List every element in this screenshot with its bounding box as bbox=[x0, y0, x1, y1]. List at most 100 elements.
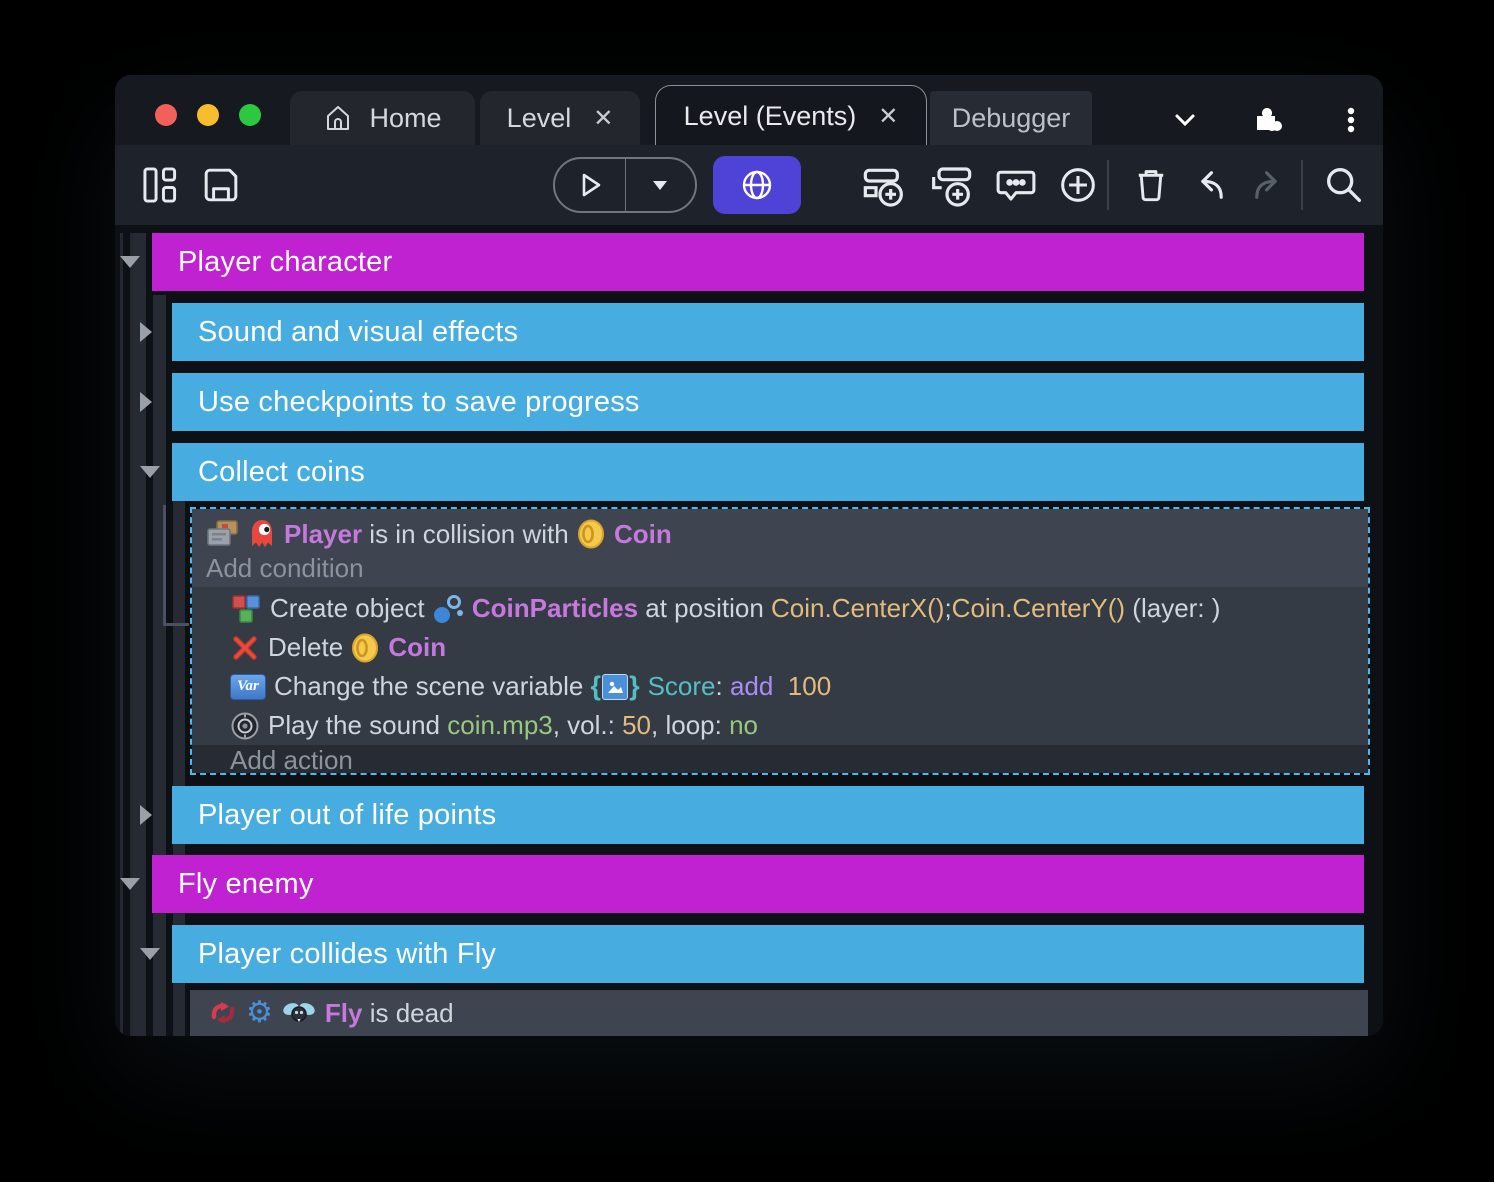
redo-icon[interactable] bbox=[1247, 163, 1291, 207]
indent-guide bbox=[120, 233, 123, 1036]
player-icon bbox=[248, 518, 276, 550]
undo-icon[interactable] bbox=[1187, 163, 1231, 207]
text-segment: Fly bbox=[325, 998, 363, 1029]
search-icon[interactable] bbox=[1321, 162, 1367, 208]
add-condition-link[interactable]: Add condition bbox=[206, 553, 364, 584]
globe-icon bbox=[739, 167, 775, 203]
coin-icon bbox=[350, 632, 380, 664]
action-line[interactable]: VarChange the scene variable {}Score: ad… bbox=[230, 667, 831, 706]
expand-arrow-icon[interactable] bbox=[140, 392, 152, 412]
text-segment: Play the sound bbox=[268, 710, 447, 741]
event-group-row[interactable]: Player character bbox=[152, 233, 1364, 291]
text-segment: (layer: ) bbox=[1125, 593, 1220, 624]
play-split-button bbox=[553, 157, 697, 213]
expand-arrow-icon[interactable] bbox=[140, 322, 152, 342]
event-group-row[interactable]: Player out of life points bbox=[172, 786, 1364, 844]
event-group-row[interactable]: Sound and visual effects bbox=[172, 303, 1364, 361]
text-segment: Player bbox=[284, 519, 362, 550]
tab-level-events[interactable]: Level (Events) ✕ bbox=[655, 85, 927, 147]
tab-debugger[interactable]: Debugger bbox=[930, 91, 1092, 145]
text-segment: ; bbox=[944, 593, 951, 624]
text-segment bbox=[773, 671, 787, 702]
tab-home[interactable]: Home bbox=[290, 91, 475, 145]
extensions-puzzle-icon[interactable] bbox=[1247, 102, 1283, 138]
add-subevent-icon[interactable] bbox=[927, 161, 975, 209]
text-segment: Change the scene variable bbox=[274, 671, 591, 702]
var-icon: Var bbox=[230, 671, 266, 703]
behavior-icon bbox=[208, 997, 238, 1029]
collapse-arrow-icon[interactable] bbox=[120, 256, 140, 268]
collapse-arrow-icon[interactable] bbox=[140, 466, 160, 478]
tab-label: Debugger bbox=[952, 103, 1071, 134]
traffic-close-button[interactable] bbox=[155, 104, 177, 126]
expand-arrow-icon[interactable] bbox=[140, 805, 152, 825]
condition-line[interactable]: Player is in collision with Coin bbox=[206, 515, 672, 553]
text-segment: Score bbox=[648, 671, 716, 702]
play-button[interactable] bbox=[555, 159, 625, 211]
event-block-selected[interactable]: Player is in collision with CoinAdd cond… bbox=[190, 507, 1370, 775]
coin-icon bbox=[576, 518, 606, 550]
text-segment: at position bbox=[638, 593, 771, 624]
group-label: Player character bbox=[152, 246, 392, 279]
close-icon[interactable]: ✕ bbox=[587, 104, 613, 133]
toolbar bbox=[115, 145, 1383, 225]
tab-label: Level (Events) bbox=[684, 101, 857, 132]
home-icon bbox=[323, 103, 353, 133]
scene-variable-badge: {} bbox=[591, 671, 640, 703]
action-line[interactable]: Play the sound coin.mp3, vol.: 50, loop:… bbox=[230, 706, 758, 745]
add-comment-icon[interactable] bbox=[993, 162, 1039, 208]
indent-guide bbox=[133, 233, 146, 1036]
close-icon[interactable]: ✕ bbox=[872, 102, 898, 131]
tab-label: Home bbox=[369, 103, 441, 134]
text-segment: Coin.CenterY() bbox=[952, 593, 1125, 624]
event-group-row[interactable]: Use checkpoints to save progress bbox=[172, 373, 1364, 431]
add-event-icon[interactable] bbox=[860, 161, 908, 209]
app-window: Home Level ✕ Level (Events) ✕ Debugger bbox=[115, 75, 1383, 1036]
connector-line bbox=[163, 623, 189, 626]
text-segment: , vol.: bbox=[553, 710, 622, 741]
delete-icon bbox=[230, 632, 260, 664]
group-label: Player out of life points bbox=[172, 799, 496, 832]
add-circle-icon[interactable] bbox=[1055, 162, 1101, 208]
event-group-row[interactable]: Collect coins bbox=[172, 443, 1364, 501]
add-action-row[interactable]: Add action bbox=[192, 745, 1368, 775]
action-line[interactable]: Delete Coin bbox=[230, 628, 446, 667]
text-segment: Delete bbox=[268, 632, 350, 663]
trash-icon[interactable] bbox=[1129, 163, 1173, 207]
divider bbox=[1301, 160, 1303, 210]
tab-bar: Home Level ✕ Level (Events) ✕ Debugger bbox=[115, 75, 1383, 145]
play-dropdown-caret-icon[interactable] bbox=[626, 159, 696, 211]
group-label: Collect coins bbox=[172, 456, 365, 489]
save-icon[interactable] bbox=[200, 164, 242, 206]
action-line[interactable]: Create object CoinParticles at position … bbox=[230, 589, 1220, 628]
fly-icon bbox=[281, 997, 317, 1029]
event-group-row[interactable]: Player collides with Fly bbox=[172, 925, 1364, 983]
collision-icon bbox=[206, 518, 240, 550]
connector-line bbox=[163, 505, 166, 625]
collapse-arrow-icon[interactable] bbox=[120, 878, 140, 890]
text-segment: Create object bbox=[270, 593, 432, 624]
text-segment: : bbox=[716, 671, 730, 702]
gear-icon: ⚙ bbox=[246, 997, 273, 1029]
traffic-zoom-button[interactable] bbox=[239, 104, 261, 126]
preview-globe-button[interactable] bbox=[713, 156, 801, 214]
event-group-row[interactable]: Fly enemy bbox=[152, 855, 1364, 913]
events-sheet: Player character Sound and visual effects… bbox=[115, 225, 1383, 1036]
actions-zone[interactable]: Create object CoinParticles at position … bbox=[192, 587, 1368, 745]
chevron-down-icon[interactable] bbox=[1167, 102, 1203, 138]
tab-level[interactable]: Level ✕ bbox=[480, 91, 640, 145]
text-segment: 50 bbox=[622, 710, 651, 741]
traffic-minimize-button[interactable] bbox=[197, 104, 219, 126]
kebab-menu-icon[interactable] bbox=[1333, 102, 1369, 138]
panels-layout-icon[interactable] bbox=[140, 164, 182, 206]
group-label: Use checkpoints to save progress bbox=[172, 386, 640, 419]
conditions-zone[interactable]: Player is in collision with CoinAdd cond… bbox=[192, 509, 1368, 587]
group-label: Fly enemy bbox=[152, 868, 314, 901]
text-segment: is dead bbox=[362, 998, 453, 1029]
text-segment: no bbox=[729, 710, 758, 741]
text-segment: Coin bbox=[388, 632, 446, 663]
add-action-link[interactable]: Add action bbox=[230, 745, 353, 776]
text-segment: Coin bbox=[614, 519, 672, 550]
collapse-arrow-icon[interactable] bbox=[140, 948, 160, 960]
event-condition-row[interactable]: ⚙ Fly is dead bbox=[190, 990, 1368, 1036]
